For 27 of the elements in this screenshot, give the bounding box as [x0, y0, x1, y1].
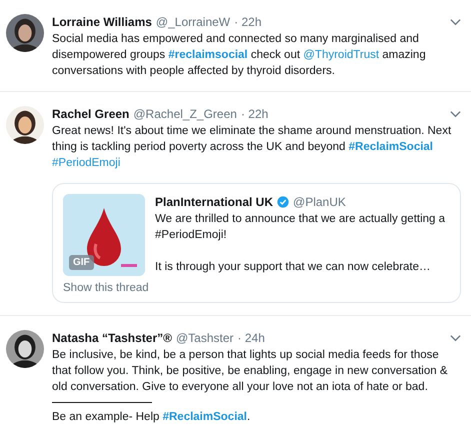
- user-name[interactable]: Rachel Green: [52, 106, 130, 122]
- hashtag-link[interactable]: #PeriodEmoji: [52, 157, 120, 169]
- tweet-text: Social media has empowered and connected so many marginalised and disempowered groups #reclaimsocial check out @ThyroidTrust amazing conversations with people affected by thyroid disorders.: [52, 32, 427, 79]
- chevron-icon[interactable]: [450, 334, 461, 342]
- chevron-icon[interactable]: [450, 18, 461, 26]
- user-name[interactable]: Lorraine Williams: [52, 14, 152, 30]
- user-name[interactable]: Natasha “Tashster”®: [52, 330, 172, 346]
- quoted-tweet-card[interactable]: GIF PlanInternational UK @PlanUK We are thrilled to announce that we are actually getting a #PeriodEmoji! It is through your support that we can now celebrate… Show this thread: [52, 183, 461, 303]
- hashtag-link[interactable]: #ReclaimSocial: [348, 141, 434, 153]
- user-handle[interactable]: @Rachel_Z_Green: [133, 106, 237, 122]
- gif-badge: GIF: [69, 255, 94, 270]
- hashtag-link[interactable]: @ThyroidTrust: [303, 49, 380, 61]
- tweet-time[interactable]: · 22h: [240, 106, 268, 122]
- user-handle[interactable]: @_LorraineW: [156, 14, 230, 30]
- tweet-text: Great news! It's about time we eliminate the shame around menstruation. Next thing is tackling period poverty across the UK and beyond #ReclaimSocial #PeriodEmoji: [52, 124, 452, 171]
- show-thread-link[interactable]: Show this thread: [63, 282, 149, 294]
- tweet-text: Be an example- Help #ReclaimSocial.: [52, 410, 252, 425]
- hashtag-link[interactable]: #ReclaimSocial: [162, 411, 247, 423]
- tweet-time[interactable]: · 24h: [238, 330, 265, 346]
- quoted-text: We are thrilled to announce that we are actually getting a #PeriodEmoji! It is through your support that we can now celebrate…: [155, 212, 446, 275]
- user-handle[interactable]: @PlanUK: [293, 194, 346, 210]
- user-handle[interactable]: @Tashster: [176, 330, 234, 346]
- tweet-text: Be inclusive, be kind, be a person that lights up social media feeds for those that follow you. Think, be positive, be enabling, engage in new conversation & old conversation. Give to everyone all your love not an iota of hate or bad.: [52, 348, 449, 395]
- chevron-icon[interactable]: [450, 110, 461, 118]
- hashtag-link[interactable]: #reclaimsocial: [168, 49, 248, 61]
- user-name[interactable]: PlanInternational UK: [155, 194, 274, 210]
- tweet-time[interactable]: · 22h: [234, 14, 262, 30]
